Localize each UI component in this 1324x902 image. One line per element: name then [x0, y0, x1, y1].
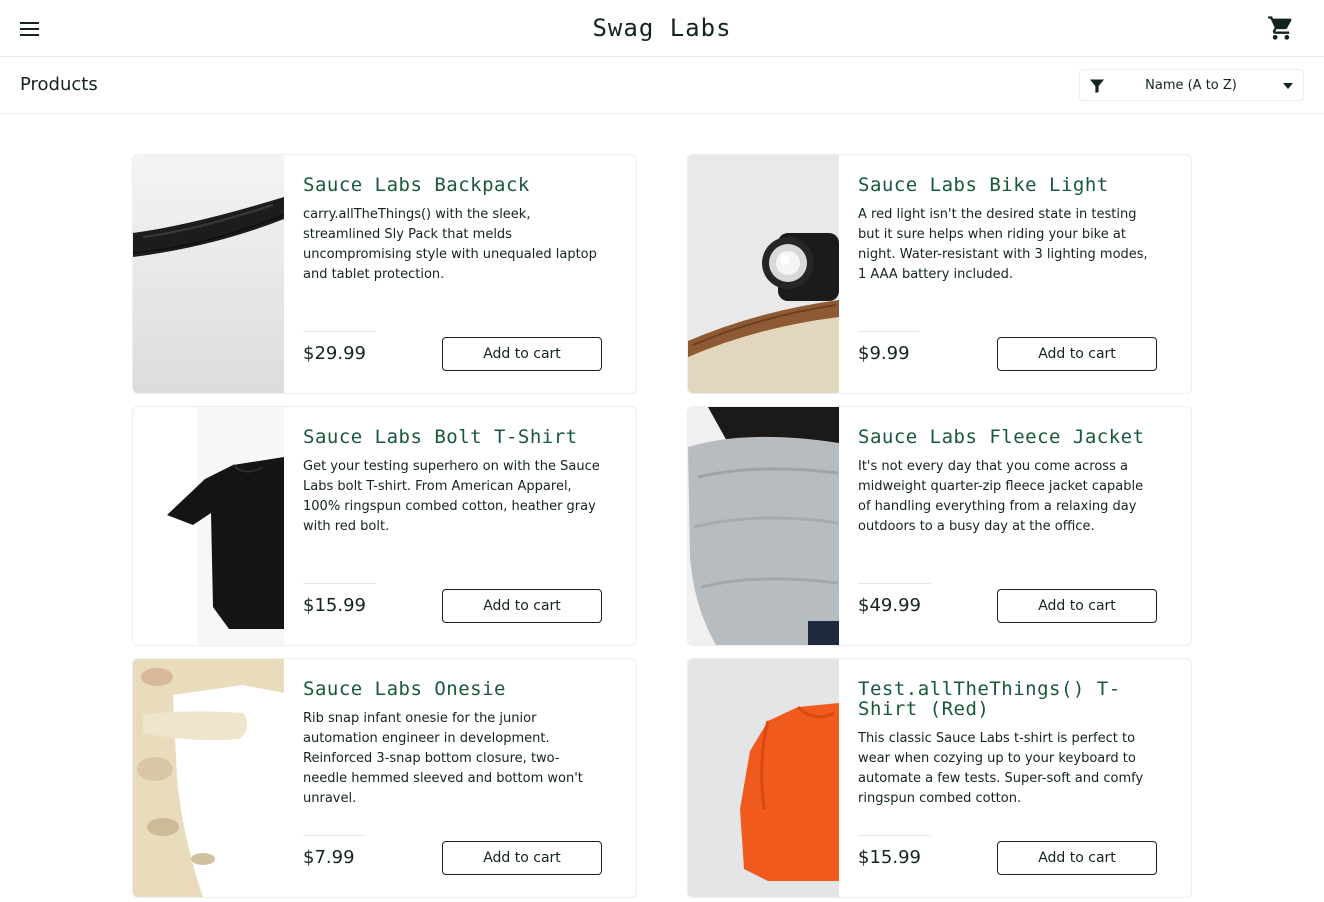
item-title-link[interactable]: Test.allTheThings() T-Shirt (Red) [858, 679, 1178, 719]
onesie-image [133, 659, 284, 897]
item-title-link[interactable]: Sauce Labs Backpack [303, 175, 623, 195]
item-title-link[interactable]: Sauce Labs Fleece Jacket [858, 427, 1178, 447]
price-divider [858, 583, 931, 584]
backpack-image [133, 155, 284, 393]
bolt-tshirt-image [133, 407, 284, 645]
item-image-link[interactable] [133, 407, 284, 645]
item-description: Get your testing superhero on with the S… [303, 459, 600, 534]
sort-dropdown[interactable]: Name (A to Z) [1079, 69, 1304, 101]
item-image-link[interactable] [133, 659, 284, 897]
price-divider [303, 331, 376, 332]
item-image-link[interactable] [688, 155, 839, 393]
item-title-link[interactable]: Sauce Labs Bike Light [858, 175, 1178, 195]
app-logo: Swag Labs [592, 14, 732, 42]
item-price: $7.99 [303, 847, 355, 868]
add-to-cart-button[interactable]: Add to cart [997, 589, 1157, 623]
item-price: $29.99 [303, 343, 366, 364]
item-price: $9.99 [858, 343, 910, 364]
add-to-cart-button[interactable]: Add to cart [442, 337, 602, 371]
menu-button[interactable] [18, 17, 42, 41]
app-header: Swag Labs [0, 0, 1324, 57]
inventory-item: Test.allTheThings() T-Shirt (Red) This c… [687, 658, 1192, 898]
add-to-cart-button[interactable]: Add to cart [997, 337, 1157, 371]
item-price: $15.99 [858, 847, 921, 868]
inventory-item: Sauce Labs Fleece Jacket It's not every … [687, 406, 1192, 646]
sort-selected-value: Name (A to Z) [1145, 78, 1237, 93]
add-to-cart-button[interactable]: Add to cart [997, 841, 1157, 875]
item-title-link[interactable]: Sauce Labs Onesie [303, 679, 623, 699]
price-divider [303, 583, 376, 584]
add-to-cart-button[interactable]: Add to cart [442, 589, 602, 623]
item-description: A red light isn't the desired state in t… [858, 207, 1148, 282]
add-to-cart-button[interactable]: Add to cart [442, 841, 602, 875]
item-image-link[interactable] [133, 155, 284, 393]
shopping-cart-icon [1268, 16, 1292, 40]
red-tshirt-image [688, 659, 839, 897]
item-description: Rib snap infant onesie for the junior au… [303, 711, 583, 806]
price-divider [303, 835, 364, 836]
item-description: carry.allTheThings() with the sleek, str… [303, 207, 597, 282]
price-divider [858, 835, 931, 836]
inventory-item: Sauce Labs Bolt T-Shirt Get your testing… [132, 406, 637, 646]
item-price: $49.99 [858, 595, 921, 616]
item-description: It's not every day that you come across … [858, 459, 1144, 534]
item-title-link[interactable]: Sauce Labs Bolt T-Shirt [303, 427, 623, 447]
shopping-cart-link[interactable] [1267, 14, 1295, 42]
filter-icon [1090, 79, 1104, 93]
bike-light-image [688, 155, 839, 393]
item-image-link[interactable] [688, 659, 839, 897]
price-divider [858, 331, 919, 332]
page-title: Products [20, 74, 98, 95]
inventory-item: Sauce Labs Onesie Rib snap infant onesie… [132, 658, 637, 898]
menu-icon [20, 22, 39, 36]
secondary-header: Products Name (A to Z) [0, 57, 1324, 114]
item-description: This classic Sauce Labs t-shirt is perfe… [858, 731, 1144, 806]
inventory-item: Sauce Labs Bike Light A red light isn't … [687, 154, 1192, 394]
item-price: $15.99 [303, 595, 366, 616]
inventory-item: Sauce Labs Backpack carry.allTheThings()… [132, 154, 637, 394]
chevron-down-icon [1283, 83, 1293, 89]
item-image-link[interactable] [688, 407, 839, 645]
fleece-jacket-image [688, 407, 839, 645]
